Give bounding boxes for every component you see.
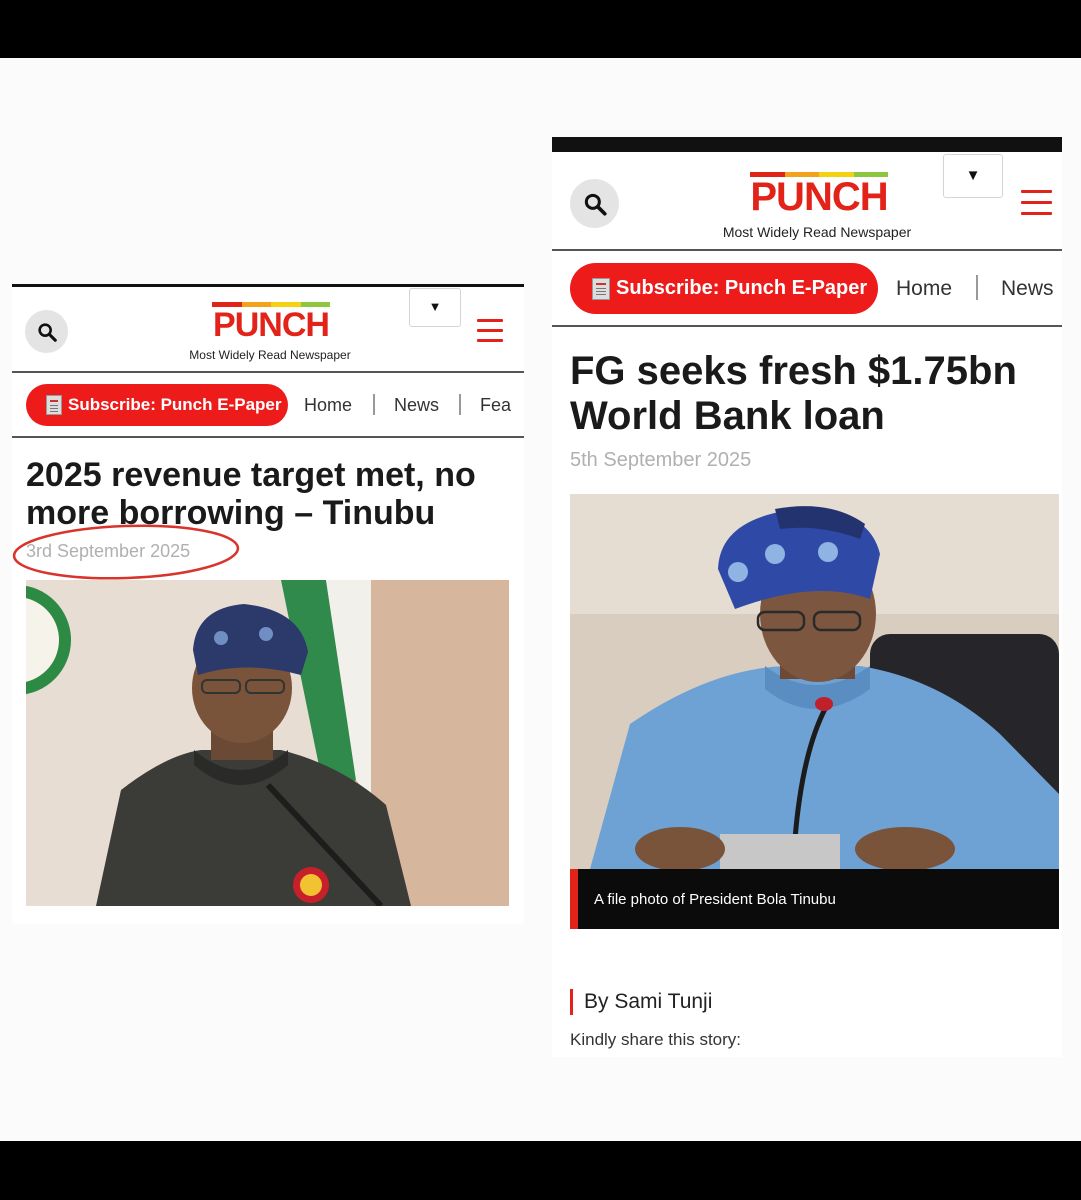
nav-features[interactable]: Fea bbox=[480, 395, 512, 416]
caption-accent-bar bbox=[570, 869, 578, 929]
byline-accent-bar bbox=[570, 989, 573, 1015]
logo-color-stripe bbox=[750, 172, 888, 177]
bottom-black-bar bbox=[0, 1141, 1081, 1200]
caption-text: A file photo of President Bola Tinubu bbox=[594, 890, 836, 908]
dropdown-toggle[interactable]: ▼ bbox=[943, 154, 1003, 198]
nav-divider bbox=[12, 436, 524, 438]
nav-home[interactable]: Home bbox=[896, 277, 952, 301]
chevron-down-icon: ▼ bbox=[965, 167, 981, 184]
article-date: 5th September 2025 bbox=[570, 449, 752, 471]
tinubu-photo bbox=[570, 494, 1059, 869]
subscribe-label: Subscribe: Punch E-Paper bbox=[68, 395, 282, 414]
logo-wordmark: PUNCH bbox=[750, 175, 888, 219]
newspaper-icon bbox=[46, 395, 62, 415]
red-circle-annotation bbox=[12, 524, 240, 580]
site-tagline: Most Widely Read Newspaper bbox=[722, 224, 912, 240]
nav-news[interactable]: News bbox=[394, 395, 439, 416]
hamburger-menu-icon[interactable] bbox=[477, 319, 503, 342]
article-headline: FG seeks fresh $1.75bn World Bank loan bbox=[570, 349, 1017, 438]
dropdown-toggle[interactable]: ▼ bbox=[409, 288, 461, 327]
share-prompt: Kindly share this story: bbox=[570, 1030, 742, 1049]
article-photo bbox=[26, 580, 509, 906]
site-tagline: Most Widely Read Newspaper bbox=[189, 348, 351, 362]
header-top-bar bbox=[552, 137, 1062, 152]
top-black-bar bbox=[0, 0, 1081, 58]
header-divider bbox=[12, 371, 524, 373]
nav-divider bbox=[552, 325, 1062, 327]
subscribe-epaper-button[interactable]: Subscribe: Punch E-Paper bbox=[26, 384, 288, 426]
hamburger-menu-icon[interactable] bbox=[1021, 190, 1052, 215]
photo-caption: A file photo of President Bola Tinubu bbox=[570, 869, 1059, 929]
punch-logo[interactable]: PUNCH bbox=[212, 302, 330, 344]
search-icon bbox=[37, 322, 57, 342]
subscribe-label: Subscribe: Punch E-Paper bbox=[616, 277, 868, 299]
nav-news[interactable]: News bbox=[1001, 277, 1054, 301]
header-top-border bbox=[12, 284, 524, 287]
subscribe-epaper-button[interactable]: Subscribe: Punch E-Paper bbox=[570, 263, 878, 314]
tinubu-photo bbox=[26, 580, 509, 906]
nav-separator bbox=[976, 275, 978, 300]
header-divider bbox=[552, 249, 1062, 251]
article-headline: 2025 revenue target met, no more borrowi… bbox=[26, 456, 476, 532]
byline-author[interactable]: By Sami Tunji bbox=[584, 990, 712, 1014]
article-byline: By Sami Tunji bbox=[570, 989, 712, 1015]
newspaper-icon bbox=[592, 277, 610, 300]
right-article-screenshot: PUNCH Most Widely Read Newspaper ▼ Subsc… bbox=[552, 137, 1062, 1057]
left-article-screenshot: PUNCH Most Widely Read Newspaper ▼ Subsc… bbox=[12, 284, 524, 924]
search-button[interactable] bbox=[25, 310, 68, 353]
nav-separator bbox=[373, 394, 375, 415]
article-photo bbox=[570, 494, 1059, 869]
chevron-down-icon: ▼ bbox=[428, 299, 442, 314]
search-icon bbox=[584, 193, 607, 216]
nav-separator bbox=[459, 394, 461, 415]
logo-wordmark: PUNCH bbox=[213, 306, 330, 344]
punch-logo[interactable]: PUNCH bbox=[750, 172, 889, 219]
nav-home[interactable]: Home bbox=[304, 395, 352, 416]
logo-color-stripe bbox=[212, 302, 330, 307]
search-button[interactable] bbox=[570, 179, 619, 228]
